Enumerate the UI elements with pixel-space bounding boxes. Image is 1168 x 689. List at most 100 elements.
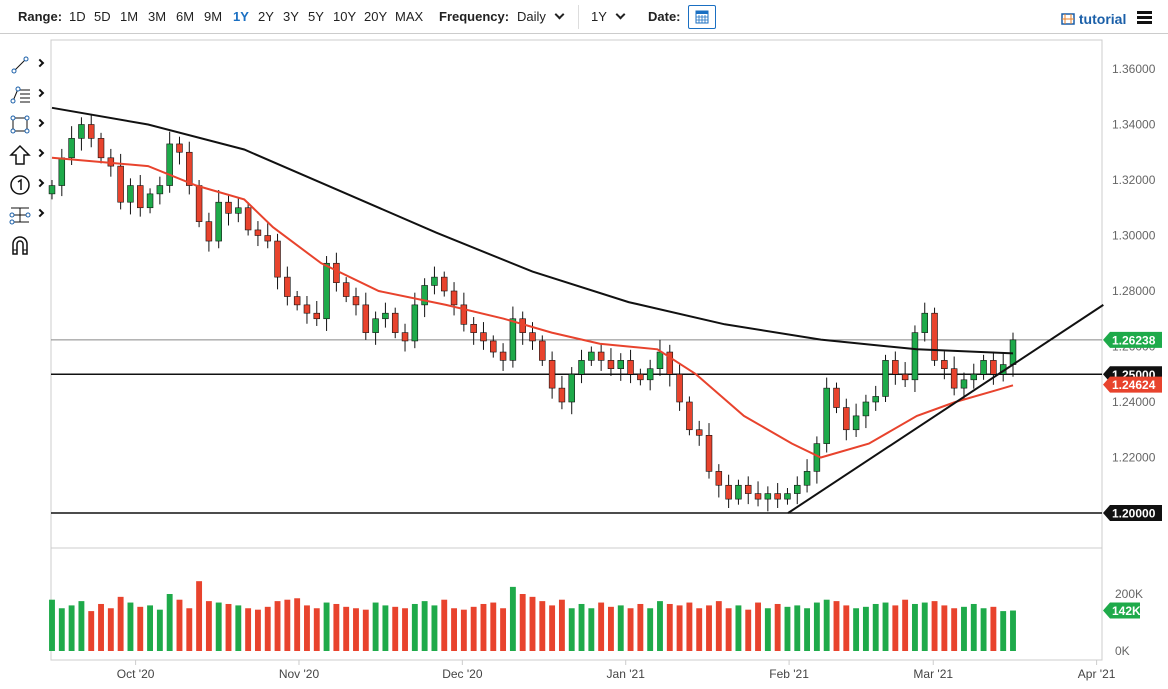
volume-bar: [725, 608, 732, 651]
volume-bar: [951, 608, 958, 651]
candle: [254, 229, 262, 236]
candle: [558, 387, 566, 403]
volume-bar: [666, 603, 673, 651]
candle: [823, 387, 830, 444]
x-tick-label: Mar '21: [913, 667, 953, 681]
volume-bar: [706, 605, 712, 651]
volume-bar: [853, 608, 860, 651]
volume-bar: [205, 601, 212, 651]
volume-bar: [715, 601, 722, 651]
x-tick-label: Apr '21: [1078, 667, 1116, 681]
candle: [1009, 339, 1017, 365]
volume-bar: [882, 602, 889, 651]
volume-bar: [676, 605, 683, 651]
candle: [146, 193, 154, 209]
candle: [342, 282, 350, 297]
volume-bar: [88, 611, 95, 651]
volume-bar: [509, 586, 516, 651]
x-tick-label: Oct '20: [117, 667, 155, 681]
volume-bar: [686, 602, 693, 651]
volume-bar: [500, 608, 507, 651]
candle: [68, 138, 75, 159]
volume-bar: [1010, 610, 1016, 651]
candle: [293, 296, 301, 306]
volume-bar: [225, 603, 232, 651]
candle: [774, 493, 781, 500]
volume-bar: [362, 609, 369, 651]
volume-bar: [872, 603, 879, 651]
volume-bar: [568, 608, 575, 651]
volume-bar: [764, 608, 771, 651]
volume-bar: [627, 608, 634, 651]
volume-bar: [58, 608, 65, 651]
volume-bar: [137, 606, 144, 651]
candle: [872, 396, 879, 403]
candle: [676, 373, 683, 403]
volume-bar: [892, 605, 899, 651]
candle: [235, 207, 242, 214]
candle: [382, 312, 389, 320]
candle: [911, 332, 919, 381]
volume-bar: [647, 608, 654, 651]
volume-bar: [657, 601, 663, 651]
volume-bar: [156, 609, 163, 651]
volume-bar: [392, 606, 399, 651]
volume-bar: [921, 602, 928, 651]
candle: [529, 332, 536, 342]
volume-bar: [911, 603, 918, 651]
candle: [186, 151, 193, 186]
candle: [960, 379, 968, 389]
candle: [843, 407, 850, 431]
volume-bar: [843, 605, 850, 651]
volume-bar: [196, 581, 203, 651]
volume-bar: [421, 601, 428, 651]
candle: [372, 318, 379, 333]
candle: [284, 276, 291, 297]
volume-bar: [470, 606, 477, 651]
volume-bar: [823, 599, 830, 651]
x-tick-label: Jan '21: [607, 667, 646, 681]
candle: [205, 221, 213, 242]
candle: [744, 484, 752, 494]
volume-bar: [539, 601, 546, 651]
candle: [970, 373, 978, 381]
candle: [333, 262, 340, 283]
candle: [607, 360, 615, 369]
volume-bar: [343, 606, 350, 651]
candle: [264, 235, 271, 242]
volume-bar: [460, 609, 467, 651]
volume-bar: [902, 599, 909, 651]
candle: [784, 493, 791, 500]
x-tick-label: Nov '20: [279, 667, 320, 681]
volume-bar: [608, 606, 614, 651]
volume-bar: [411, 603, 418, 651]
volume-tick-label: 0K: [1115, 644, 1130, 658]
candle: [391, 312, 399, 333]
volume-bar: [294, 598, 301, 651]
volume-bar: [549, 605, 556, 651]
volume-bar: [451, 608, 457, 651]
volume-bar: [833, 601, 840, 651]
y-tick-label: 1.28000: [1112, 284, 1156, 298]
candle: [754, 493, 762, 500]
volume-bar: [254, 609, 261, 651]
volume-bar: [353, 608, 359, 651]
candle: [686, 401, 693, 431]
volume-bar: [696, 608, 703, 651]
price-label: 1.24624: [1112, 378, 1156, 392]
candle: [323, 262, 330, 320]
volume-bar: [323, 602, 330, 651]
price-chart[interactable]: 1.360001.340001.320001.300001.280001.260…: [0, 0, 1168, 689]
candle: [597, 351, 605, 361]
volume-bar: [107, 608, 114, 651]
candle: [794, 484, 801, 494]
candle: [274, 240, 281, 278]
volume-bar: [529, 596, 536, 651]
candle: [166, 143, 173, 186]
price-label: 1.26238: [1112, 333, 1156, 347]
y-tick-label: 1.22000: [1112, 451, 1156, 465]
y-tick-label: 1.34000: [1112, 118, 1156, 132]
volume-bar: [990, 606, 997, 651]
candle: [97, 138, 105, 159]
volume-bar: [274, 601, 281, 651]
